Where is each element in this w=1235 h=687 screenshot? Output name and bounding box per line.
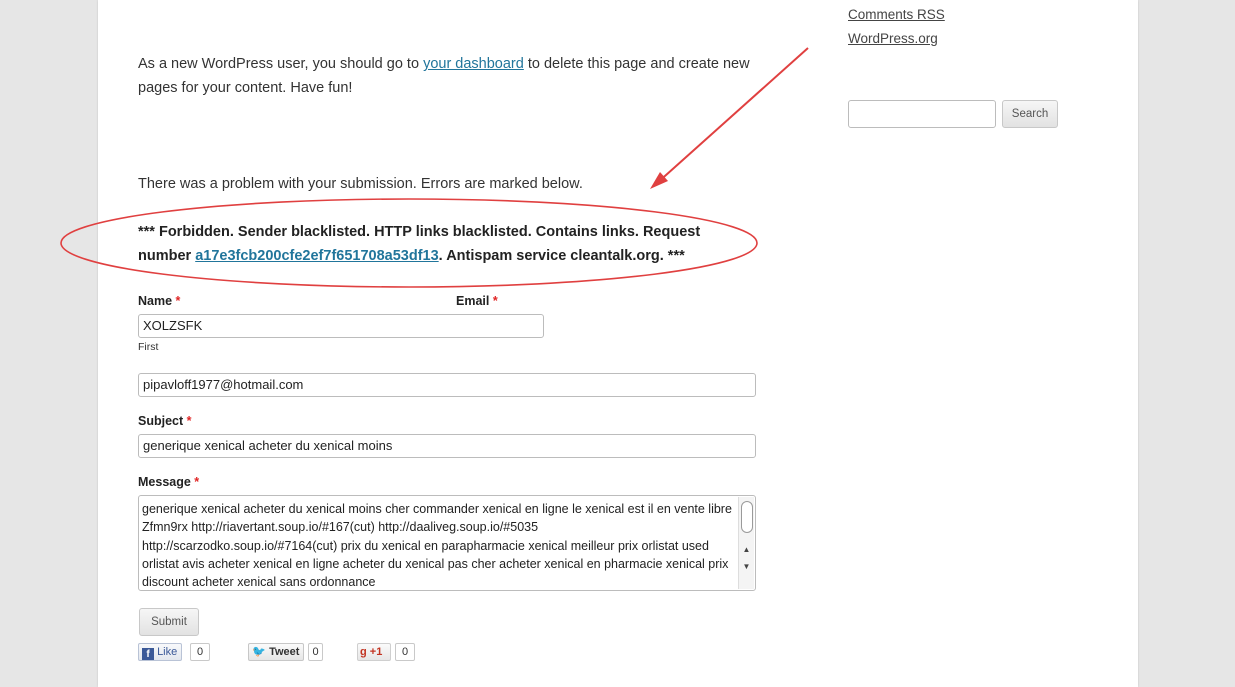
arrow-icon: [650, 47, 809, 189]
annotation-overlay: [60, 47, 809, 288]
error-highlight-ellipse: [60, 198, 758, 288]
